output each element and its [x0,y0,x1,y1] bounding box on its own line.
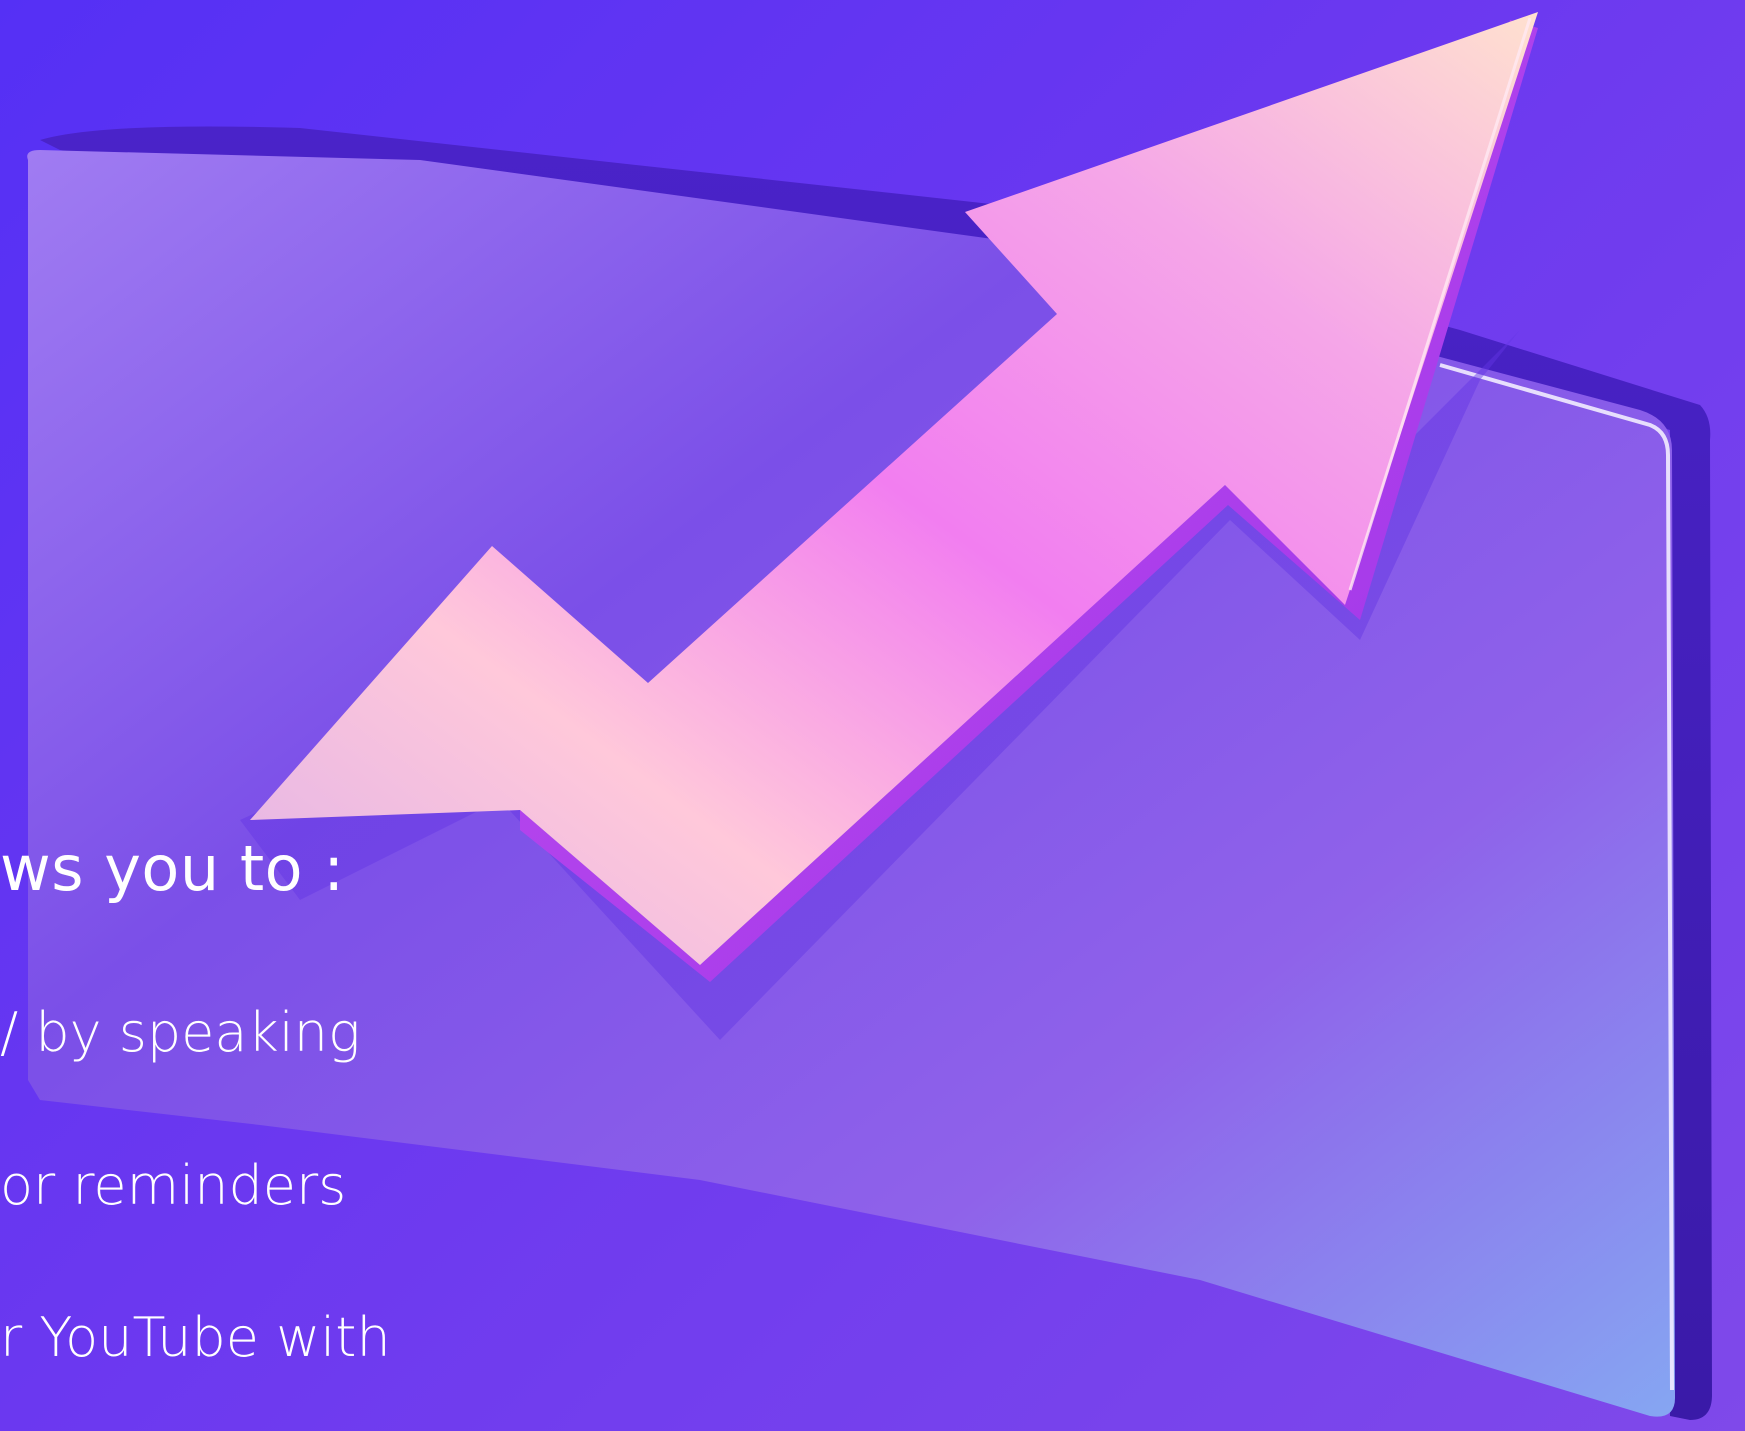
growth-arrow-illustration [27,12,1712,1420]
